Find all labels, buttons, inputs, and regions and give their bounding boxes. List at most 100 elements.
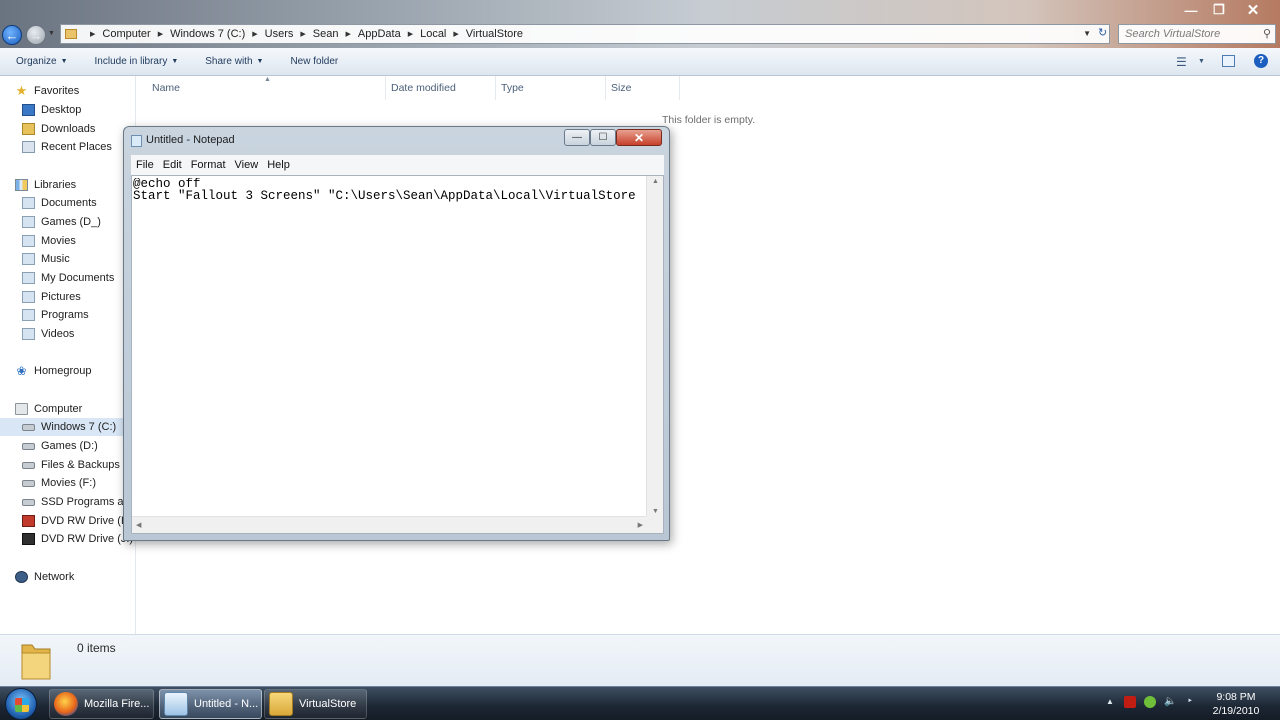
documents-icon	[22, 197, 35, 209]
chevron-right-icon: ▶	[252, 31, 258, 38]
libraries-icon	[15, 179, 28, 191]
nav-windows7-drive[interactable]: Windows 7 (C:)	[0, 418, 135, 436]
nav-files-backups-drive[interactable]: Files & Backups (E	[22, 456, 134, 474]
breadcrumb-sean[interactable]: ▶ Sean	[293, 28, 338, 40]
taskbar-firefox[interactable]: Mozilla Fire...	[49, 689, 154, 719]
breadcrumb-label: AppData	[357, 28, 401, 40]
menu-format[interactable]: Format	[191, 159, 226, 171]
notepad-text-area[interactable]: @echo off Start "Fallout 3 Screens" "C:\…	[132, 178, 647, 518]
column-header-type[interactable]: Type	[501, 82, 524, 94]
clock[interactable]: 9:08 PM 2/19/2010	[1206, 690, 1266, 718]
recent-pages-dropdown-icon[interactable]: ▼	[48, 30, 55, 37]
tray-app-icon[interactable]	[1144, 696, 1156, 708]
forward-button[interactable]: →	[26, 25, 46, 45]
breadcrumb-label: Sean	[312, 28, 339, 40]
include-in-library-button[interactable]: Include in library ▼	[95, 56, 179, 67]
nav-label: Movies (F:)	[41, 477, 96, 489]
breadcrumb-local[interactable]: ▶ Local	[401, 28, 447, 40]
new-folder-button[interactable]: New folder	[290, 56, 338, 67]
tray-app-icon[interactable]	[1124, 696, 1136, 708]
nav-dvd-i[interactable]: DVD RW Drive (I:)	[22, 512, 131, 530]
search-icon[interactable]: ⚲	[1263, 27, 1271, 40]
notepad-editor[interactable]: @echo off Start "Fallout 3 Screens" "C:\…	[131, 175, 664, 534]
breadcrumb-users[interactable]: ▶ Users	[245, 28, 293, 40]
nav-movies-library[interactable]: Movies	[22, 232, 76, 250]
taskbar-notepad[interactable]: Untitled - N...	[159, 689, 262, 719]
menu-view[interactable]: View	[235, 159, 259, 171]
close-button[interactable]: ✕	[1238, 0, 1268, 20]
show-hidden-icons-icon[interactable]: ▲	[1104, 696, 1116, 708]
organize-button[interactable]: Organize ▼	[16, 56, 68, 67]
chevron-down-icon: ▼	[256, 58, 264, 65]
nav-favorites[interactable]: ★ Favorites	[15, 82, 80, 100]
preview-pane-icon[interactable]	[1222, 55, 1235, 67]
nav-label: My Documents	[41, 272, 115, 284]
nav-games-drive[interactable]: Games (D:)	[22, 437, 98, 455]
breadcrumb-windows7[interactable]: ▶ Windows 7 (C:)	[151, 28, 246, 40]
nav-label: Downloads	[41, 123, 96, 135]
taskbar-label: Mozilla Fire...	[84, 698, 150, 710]
taskbar-explorer[interactable]: VirtualStore	[264, 689, 367, 719]
notepad-window[interactable]: Untitled - Notepad — ☐ ✕ File Edit Forma…	[123, 126, 670, 541]
column-header-date-modified[interactable]: Date modified	[391, 82, 456, 94]
scroll-right-icon[interactable]: ▶	[638, 521, 643, 529]
scroll-down-icon[interactable]: ▼	[652, 508, 659, 515]
address-bar[interactable]: ▶ Computer ▶ Windows 7 (C:) ▶ Users ▶ Sean ▶…	[60, 24, 1110, 44]
nav-pictures[interactable]: Pictures	[22, 288, 81, 306]
column-header-size[interactable]: Size	[611, 82, 631, 94]
chevron-down-icon[interactable]: ▼	[1198, 58, 1205, 65]
volume-icon[interactable]: 🔈	[1164, 696, 1176, 708]
network-icon	[15, 571, 28, 583]
change-view-icon[interactable]: ☰	[1176, 55, 1187, 69]
help-icon[interactable]: ?	[1254, 54, 1268, 68]
nav-computer[interactable]: Computer	[15, 400, 82, 418]
column-divider[interactable]	[495, 76, 496, 100]
column-header-name[interactable]: Name	[152, 82, 180, 94]
restore-button[interactable]: ❐	[1204, 0, 1234, 20]
back-button[interactable]: ←	[2, 25, 22, 45]
nav-desktop[interactable]: Desktop	[22, 101, 81, 119]
scroll-up-icon[interactable]: ▲	[652, 178, 659, 185]
nav-ssd-drive[interactable]: SSD Programs and	[22, 493, 135, 511]
nav-games-library[interactable]: Games (D_)	[22, 213, 101, 231]
breadcrumb-computer[interactable]: ▶ Computer	[83, 28, 151, 40]
nav-label: Homegroup	[34, 365, 92, 377]
vertical-scrollbar[interactable]: ▲ ▼	[646, 176, 663, 517]
nav-homegroup[interactable]: ❀ Homegroup	[15, 362, 91, 380]
scroll-left-icon[interactable]: ◀	[136, 521, 141, 529]
refresh-icon[interactable]: ↻	[1098, 26, 1110, 42]
nav-movies-drive[interactable]: Movies (F:)	[22, 474, 96, 492]
column-divider[interactable]	[385, 76, 386, 100]
share-with-button[interactable]: Share with ▼	[205, 56, 263, 67]
nav-videos[interactable]: Videos	[22, 325, 74, 343]
dvd-drive-icon	[22, 533, 35, 545]
nav-label: Movies	[41, 235, 76, 247]
nav-network[interactable]: Network	[15, 568, 74, 586]
minimize-button[interactable]: —	[1176, 0, 1206, 20]
breadcrumb-appdata[interactable]: ▶ AppData	[338, 28, 400, 40]
notepad-maximize-button[interactable]: ☐	[590, 129, 616, 146]
folder-icon	[269, 692, 293, 716]
nav-dvd-j[interactable]: DVD RW Drive (J:) D	[22, 530, 135, 548]
nav-my-documents[interactable]: My Documents	[22, 269, 114, 287]
column-divider[interactable]	[679, 76, 680, 100]
menu-file[interactable]: File	[136, 159, 154, 171]
menu-edit[interactable]: Edit	[163, 159, 182, 171]
nav-recent-places[interactable]: Recent Places	[22, 138, 112, 156]
breadcrumb-virtualstore[interactable]: ▶ VirtualStore	[446, 28, 523, 40]
address-dropdown-icon[interactable]: ▼	[1083, 29, 1091, 38]
nav-music[interactable]: Music	[22, 250, 70, 268]
resize-grip[interactable]	[646, 516, 663, 533]
network-status-icon[interactable]: ‣	[1184, 696, 1196, 708]
nav-libraries[interactable]: Libraries	[15, 176, 76, 194]
nav-downloads[interactable]: Downloads	[22, 120, 95, 138]
column-divider[interactable]	[605, 76, 606, 100]
nav-programs[interactable]: Programs	[22, 306, 89, 324]
notepad-minimize-button[interactable]: —	[564, 129, 590, 146]
menu-help[interactable]: Help	[267, 159, 290, 171]
horizontal-scrollbar[interactable]: ◀ ▶	[132, 516, 647, 533]
start-button[interactable]	[5, 688, 37, 720]
search-input[interactable]: Search VirtualStore ⚲	[1118, 24, 1276, 44]
notepad-close-button[interactable]: ✕	[616, 129, 662, 146]
nav-documents[interactable]: Documents	[22, 194, 97, 212]
